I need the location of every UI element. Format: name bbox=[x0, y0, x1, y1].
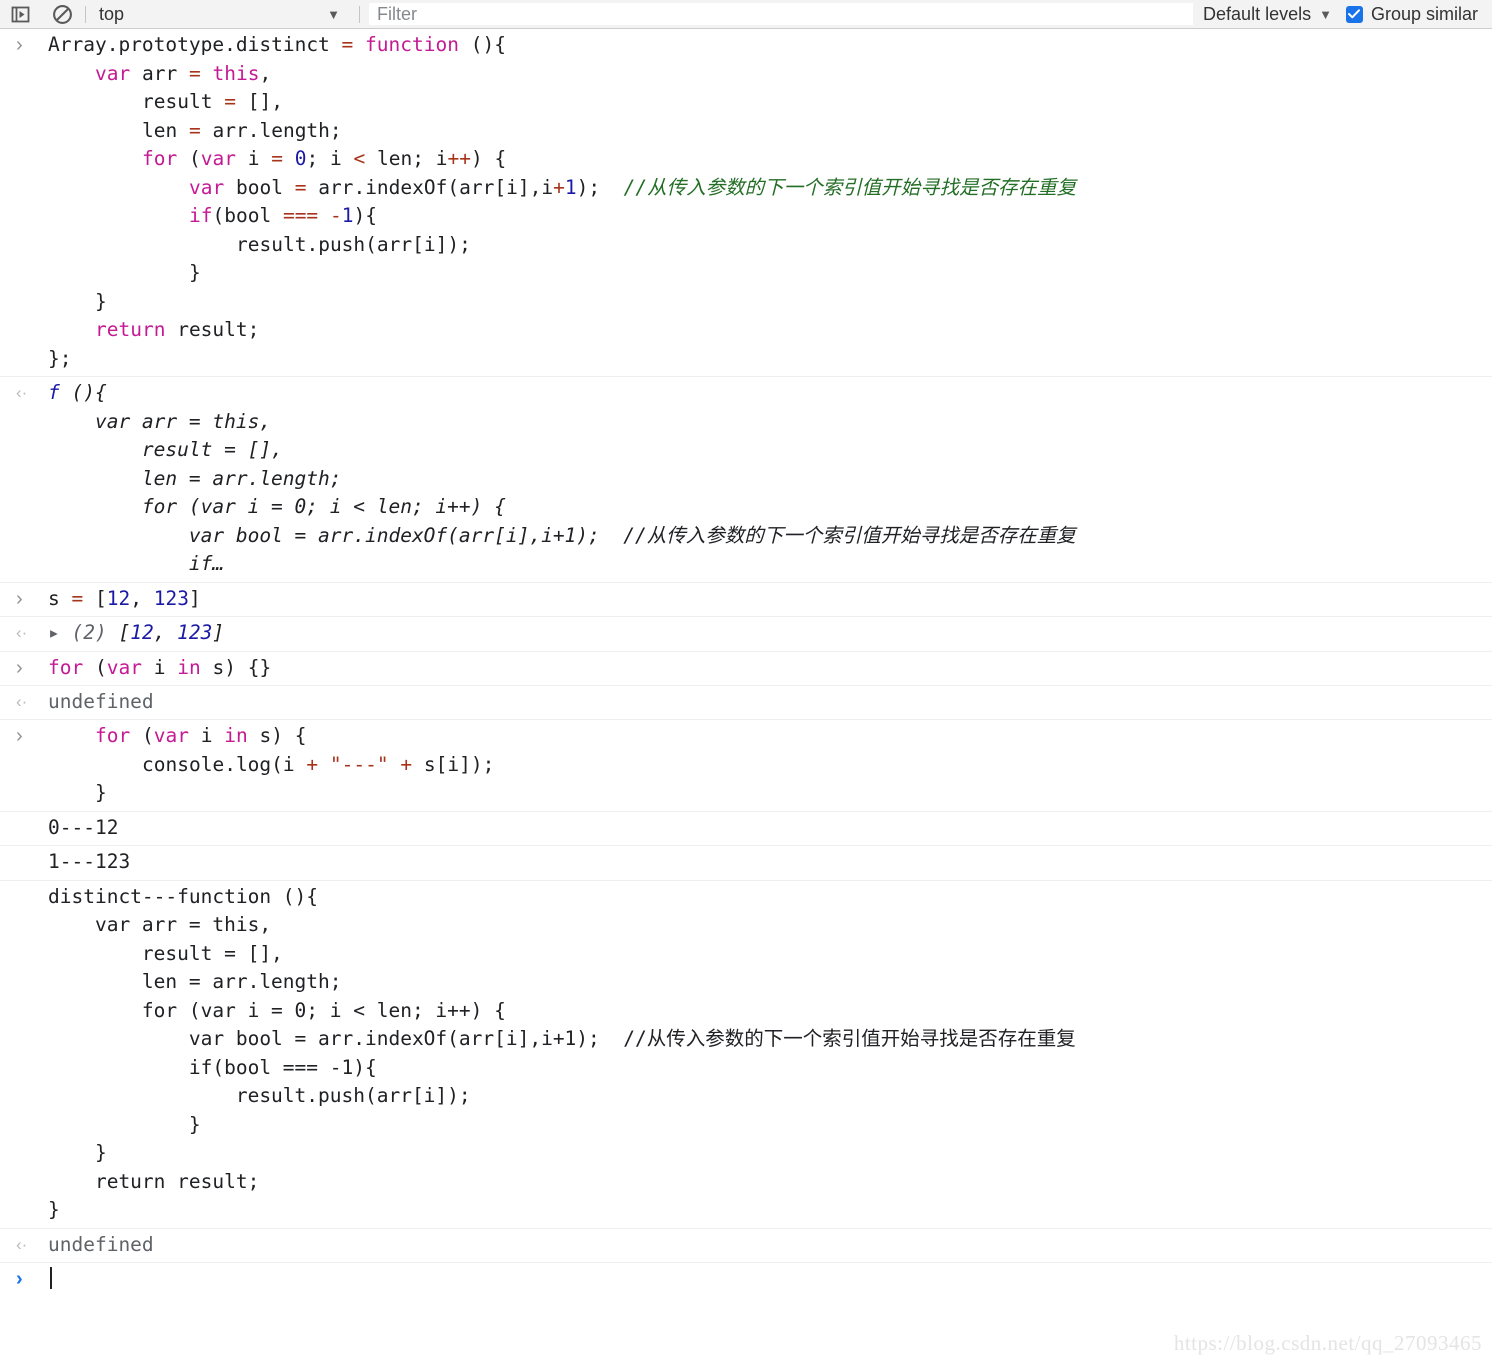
input-chevron-icon: › bbox=[16, 656, 23, 679]
console-message-list: › Array.prototype.distinct = function (){… bbox=[0, 29, 1492, 1296]
console-log-text: distinct---function (){ var arr = this, … bbox=[48, 884, 1076, 1222]
console-input-row: › s = [12, 123] bbox=[0, 583, 1492, 617]
clear-console-icon[interactable] bbox=[48, 1, 76, 27]
input-chevron-icon: › bbox=[16, 587, 23, 610]
clear-console-glyph bbox=[52, 4, 72, 24]
console-input-row: › for (var i in s) {} bbox=[0, 652, 1492, 686]
console-input-row: › for (var i in s) { console.log(i + "--… bbox=[0, 720, 1492, 812]
console-input-code[interactable]: for (var i in s) { console.log(i + "---"… bbox=[48, 722, 1492, 808]
console-output-undefined: undefined bbox=[48, 690, 154, 713]
filter-input[interactable] bbox=[369, 3, 1194, 25]
console-prompt-row: › bbox=[0, 1263, 1492, 1297]
text-cursor bbox=[50, 1266, 52, 1289]
prompt-chevron-icon: › bbox=[16, 1267, 23, 1290]
output-chevron-icon: ‹· bbox=[16, 623, 28, 642]
group-similar-label: Group similar bbox=[1370, 3, 1478, 24]
show-drawer-glyph bbox=[11, 6, 29, 22]
execution-context-label: top bbox=[99, 3, 125, 24]
console-input-row: › Array.prototype.distinct = function (){… bbox=[0, 29, 1492, 377]
console-output-undefined: undefined bbox=[48, 1232, 154, 1256]
toolbar-divider-1 bbox=[85, 5, 86, 23]
console-input-code[interactable]: for (var i in s) {} bbox=[48, 654, 1492, 683]
console-input-code[interactable]: Array.prototype.distinct = function (){ … bbox=[48, 31, 1492, 373]
output-chevron-icon: ‹· bbox=[16, 1234, 28, 1254]
console-input-code[interactable]: s = [12, 123] bbox=[48, 585, 1492, 614]
checkmark-icon bbox=[1348, 9, 1361, 19]
watermark: https://blog.csdn.net/qq_27093465 bbox=[1173, 1331, 1482, 1355]
disclosure-triangle-icon[interactable]: ▸ bbox=[48, 621, 60, 644]
log-levels-select[interactable]: Default levels ▼ bbox=[1203, 4, 1332, 25]
console-output-array[interactable]: ▸ (2) [12, 123] bbox=[48, 619, 1492, 648]
chevron-down-icon: ▼ bbox=[1319, 6, 1332, 22]
chevron-down-icon: ▼ bbox=[327, 6, 340, 22]
console-prompt-input[interactable] bbox=[48, 1265, 1492, 1294]
group-similar-checkbox[interactable] bbox=[1345, 5, 1363, 23]
log-levels-label: Default levels bbox=[1203, 3, 1312, 24]
console-output-function-row: ‹· f (){ var arr = this, result = [], len… bbox=[0, 377, 1492, 583]
input-chevron-icon: › bbox=[16, 725, 23, 747]
console-log-text: 0---12 bbox=[48, 815, 119, 839]
execution-context-select[interactable]: top ▼ bbox=[95, 4, 350, 25]
console-output-array-row: ‹· ▸ (2) [12, 123] bbox=[0, 617, 1492, 652]
console-log-row: 1---123 bbox=[0, 846, 1492, 881]
console-output-undefined-row: ‹· undefined bbox=[0, 1229, 1492, 1263]
input-chevron-icon: › bbox=[16, 34, 23, 56]
console-output-function[interactable]: f (){ var arr = this, result = [], len =… bbox=[48, 379, 1492, 579]
console-log-text: 1---123 bbox=[48, 850, 131, 873]
console-toolbar: top ▼ Default levels ▼ Group similar bbox=[0, 0, 1492, 29]
toolbar-divider-2 bbox=[359, 5, 360, 23]
group-similar-toggle[interactable]: Group similar bbox=[1345, 3, 1478, 25]
show-drawer-icon[interactable] bbox=[6, 1, 34, 27]
console-output-undefined-row: ‹· undefined bbox=[0, 686, 1492, 720]
console-log-row: distinct---function (){ var arr = this, … bbox=[0, 881, 1492, 1229]
output-chevron-icon: ‹· bbox=[16, 383, 28, 402]
console-log-row: 0---12 bbox=[0, 812, 1492, 846]
output-chevron-icon: ‹· bbox=[16, 692, 28, 711]
